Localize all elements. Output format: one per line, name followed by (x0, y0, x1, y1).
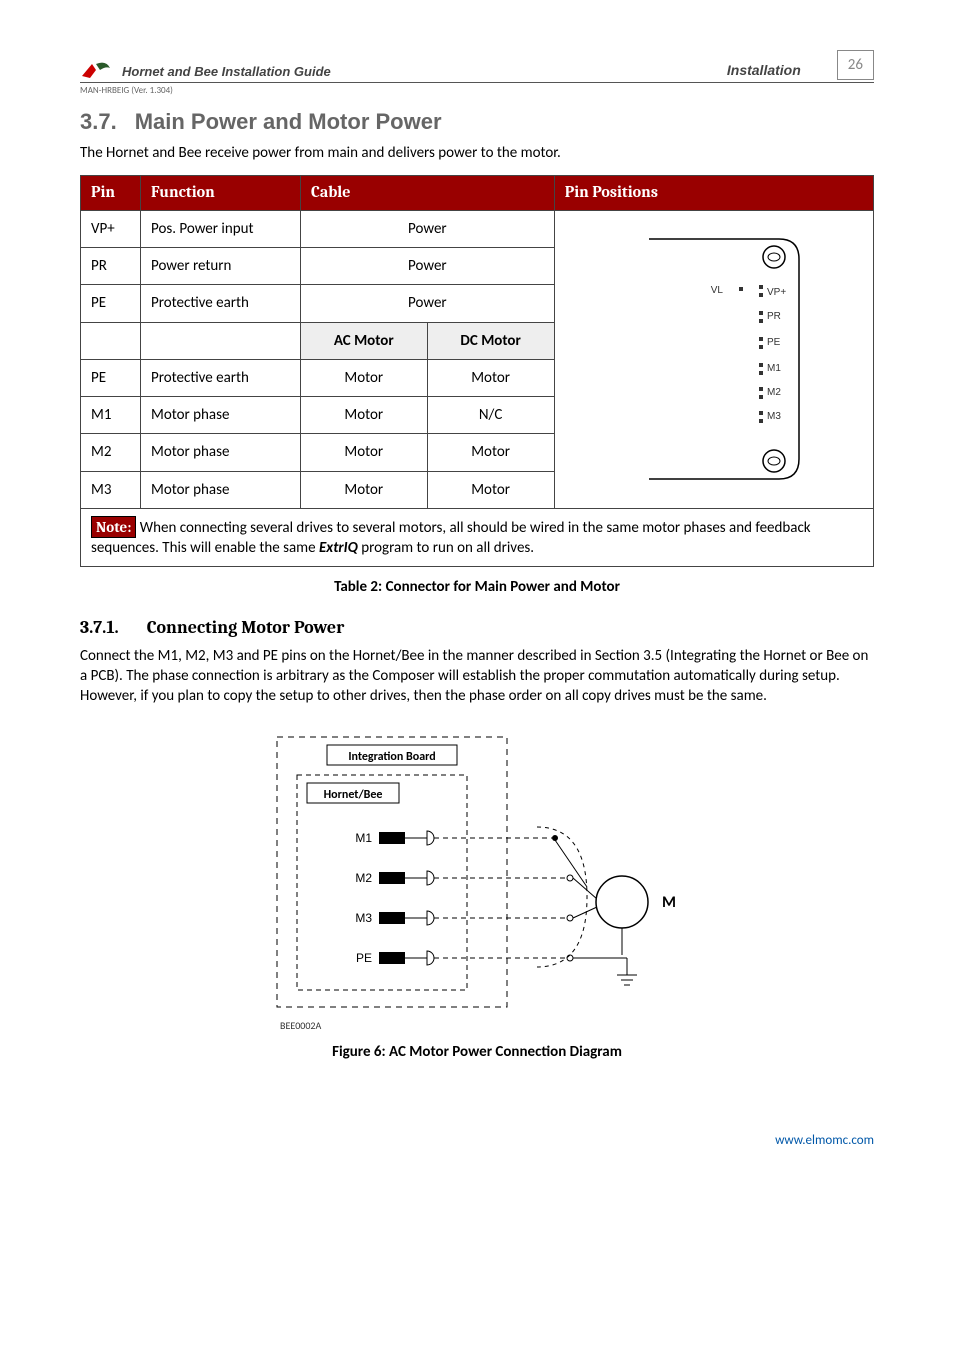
pin-position-diagram: VL VP+ PR PE M1 M2 M3 (619, 229, 809, 489)
section-title: Main Power and Motor Power (135, 109, 442, 134)
col-function: Function (141, 176, 301, 211)
svg-text:M2: M2 (767, 387, 781, 398)
note-text-b: program to run on all drives. (358, 539, 534, 557)
cell-pin: M3 (81, 471, 141, 508)
svg-text:M3: M3 (767, 411, 781, 422)
page-number: 26 (837, 50, 874, 80)
logo-icon (80, 60, 114, 80)
svg-text:PR: PR (767, 311, 781, 322)
cell-fn: Power return (141, 248, 301, 285)
table-header-row: Pin Function Cable Pin Positions (81, 176, 874, 211)
col-positions: Pin Positions (554, 176, 873, 211)
figure-code: BEE0002A (280, 1019, 874, 1033)
fig-motor-label: M (662, 893, 676, 912)
subsection-heading: 3.7.1. Connecting Motor Power (80, 616, 874, 640)
cell-pin: PE (81, 285, 141, 322)
cell-dc: Motor (427, 471, 554, 508)
section-name: Installation (727, 61, 801, 80)
footer-url: www.elmomc.com (80, 1132, 874, 1150)
motor-connection-diagram: Integration Board Hornet/Bee M1 M2 M3 (267, 727, 687, 1017)
table-row: VP+ Pos. Power input Power VL VP+ PR PE (81, 210, 874, 247)
cell-pin: M2 (81, 434, 141, 471)
cell-fn: Pos. Power input (141, 210, 301, 247)
cell-pin: PR (81, 248, 141, 285)
col-cable: Cable (301, 176, 555, 211)
col-ac: AC Motor (301, 322, 428, 359)
col-dc: DC Motor (427, 322, 554, 359)
cell-cable: Power (301, 248, 555, 285)
section-heading: 3.7. Main Power and Motor Power (80, 107, 874, 137)
col-pin: Pin (81, 176, 141, 211)
doc-version: MAN-HRBEIG (Ver. 1.304) (80, 85, 874, 97)
fig-board-label: Integration Board (348, 750, 435, 764)
cell-fn: Motor phase (141, 397, 301, 434)
cell-dc: Motor (427, 434, 554, 471)
cell-ac: Motor (301, 434, 428, 471)
cell-ac: Motor (301, 471, 428, 508)
doc-title: Hornet and Bee Installation Guide (122, 63, 727, 81)
fig-device-label: Hornet/Bee (324, 788, 383, 802)
svg-text:M1: M1 (355, 831, 372, 845)
cell-ac: Motor (301, 397, 428, 434)
section-number: 3.7. (80, 109, 117, 134)
svg-text:VP+: VP+ (767, 287, 786, 298)
figure-wrap: Integration Board Hornet/Bee M1 M2 M3 (80, 727, 874, 1063)
cell-fn: Protective earth (141, 285, 301, 322)
connector-table: Pin Function Cable Pin Positions VP+ Pos… (80, 175, 874, 567)
note-row: Note: When connecting several drives to … (81, 508, 874, 567)
svg-text:M3: M3 (355, 911, 372, 925)
cell-cable: Power (301, 210, 555, 247)
note-label: Note: (91, 516, 136, 538)
cell-pin: M1 (81, 397, 141, 434)
cell-dc: N/C (427, 397, 554, 434)
cell-dc: Motor (427, 359, 554, 396)
cell-cable: Power (301, 285, 555, 322)
note-em: ExtrIQ (319, 539, 358, 557)
cell-ac: Motor (301, 359, 428, 396)
cell-fn: Motor phase (141, 471, 301, 508)
section-intro: The Hornet and Bee receive power from ma… (80, 143, 874, 163)
cell-fn: Protective earth (141, 359, 301, 396)
page-header: Hornet and Bee Installation Guide Instal… (80, 50, 874, 83)
cell-pin: PE (81, 359, 141, 396)
svg-text:PE: PE (356, 951, 372, 965)
svg-text:M1: M1 (767, 363, 781, 374)
cell-fn: Motor phase (141, 434, 301, 471)
table-caption: Table 2: Connector for Main Power and Mo… (80, 577, 874, 597)
pin-diagram-cell: VL VP+ PR PE M1 M2 M3 (554, 210, 873, 508)
subsection-number: 3.7.1. (80, 617, 119, 638)
svg-text:M2: M2 (355, 871, 372, 885)
svg-text:VL: VL (711, 285, 724, 296)
cell-pin: VP+ (81, 210, 141, 247)
svg-text:PE: PE (767, 337, 781, 348)
figure-caption: Figure 6: AC Motor Power Connection Diag… (80, 1042, 874, 1062)
subsection-title: Connecting Motor Power (147, 617, 345, 638)
subsection-body: Connect the M1, M2, M3 and PE pins on th… (80, 646, 874, 707)
